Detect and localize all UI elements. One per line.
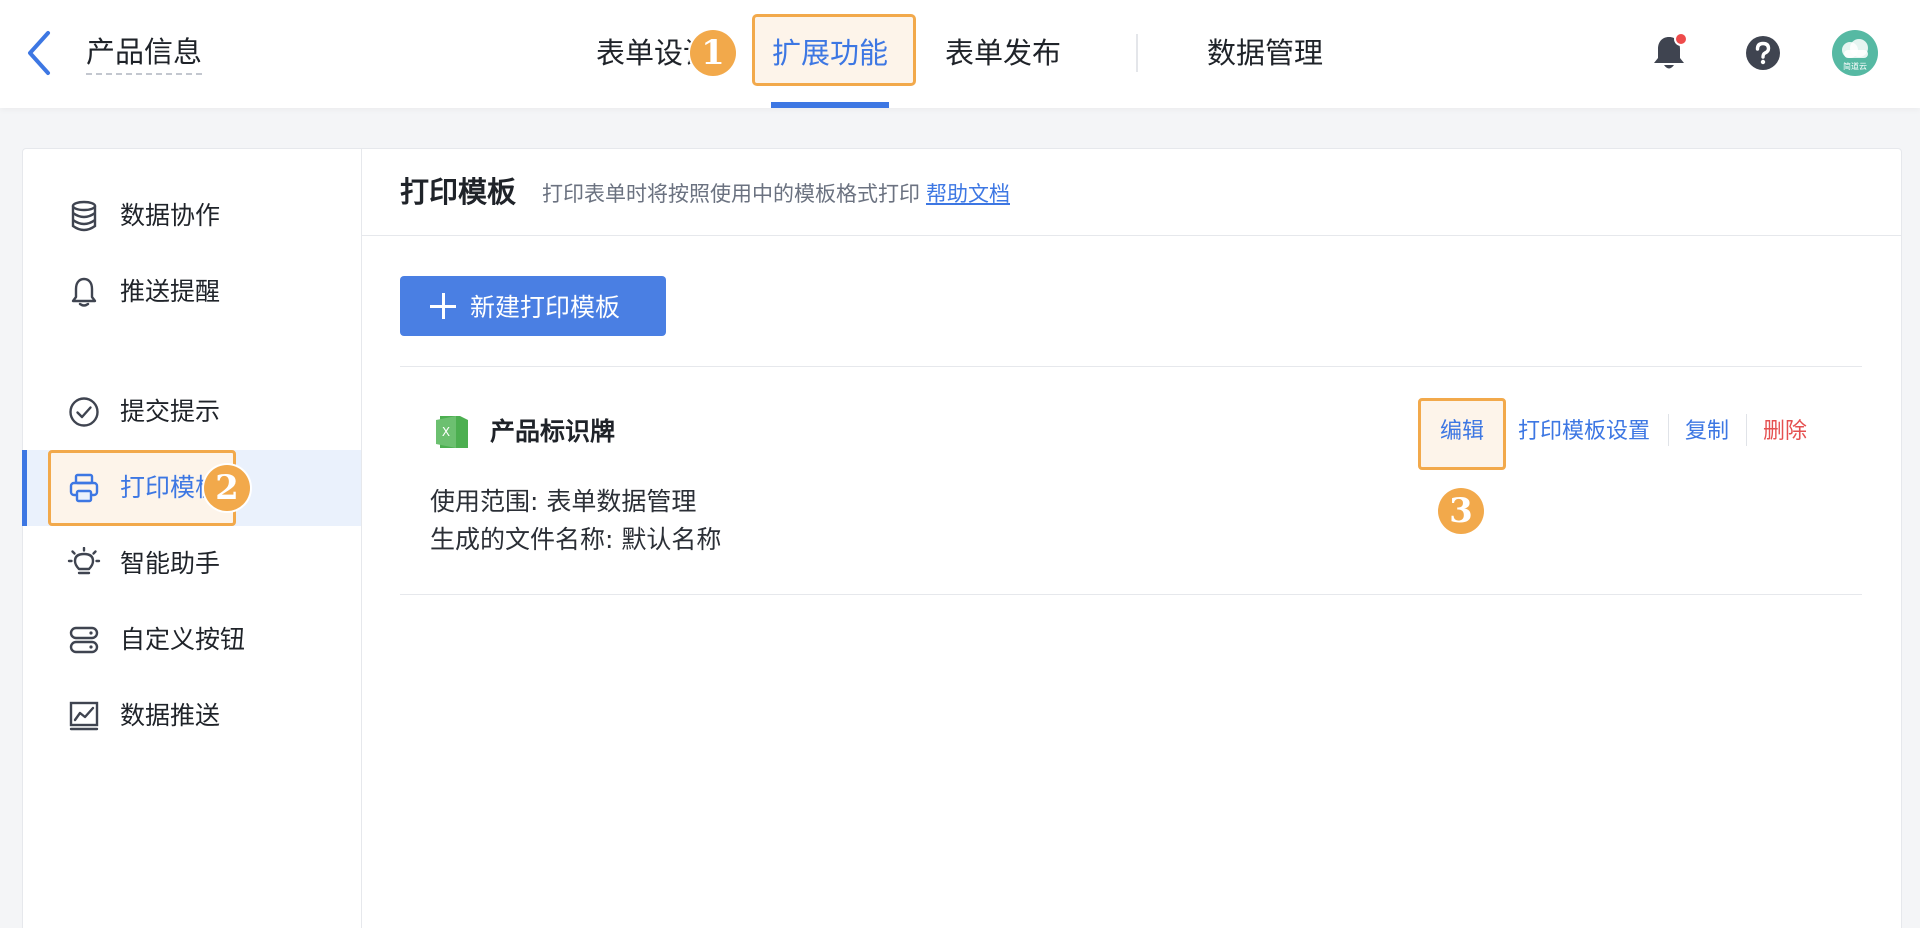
- template-filename: 生成的文件名称: 默认名称: [430, 525, 722, 554]
- action-separator: [1668, 414, 1669, 446]
- step-badge-1: 1: [690, 30, 736, 76]
- notification-button[interactable]: [1646, 30, 1692, 76]
- help-icon: [1746, 36, 1780, 70]
- printer-icon: [66, 470, 102, 506]
- user-avatar[interactable]: 简道云: [1832, 30, 1878, 76]
- copy-button[interactable]: 复制: [1685, 414, 1729, 450]
- plus-icon: [430, 293, 456, 319]
- content-header: 打印模板 打印表单时将按照使用中的模板格式打印 帮助文档: [362, 148, 1902, 236]
- sidebar-item-label: 数据推送: [120, 701, 221, 730]
- sidebar-item-data-collaboration[interactable]: 数据协作: [22, 178, 361, 254]
- sidebar-item-push-reminder[interactable]: 推送提醒: [22, 254, 361, 330]
- nav-divider: [1136, 34, 1138, 72]
- help-doc-link[interactable]: 帮助文档: [926, 182, 1010, 206]
- page-description: 打印表单时将按照使用中的模板格式打印 帮助文档: [542, 180, 1010, 208]
- bell-outline-icon: [66, 274, 102, 310]
- template-scope: 使用范围: 表单数据管理: [430, 487, 697, 516]
- description-text: 打印表单时将按照使用中的模板格式打印: [542, 182, 920, 206]
- print-template-settings-button[interactable]: 打印模板设置: [1518, 414, 1650, 450]
- delete-button[interactable]: 删除: [1763, 414, 1807, 450]
- buttons-icon: [66, 622, 102, 658]
- back-button[interactable]: [22, 28, 56, 78]
- excel-letter: X: [442, 425, 450, 439]
- step-badge-2: 2: [204, 465, 250, 511]
- sidebar-item-smart-assistant[interactable]: 智能助手: [22, 526, 361, 602]
- step-badge-3: 3: [1438, 488, 1484, 534]
- notification-dot: [1674, 32, 1688, 46]
- sidebar-item-label: 自定义按钮: [120, 625, 246, 654]
- list-bottom-divider: [400, 594, 1862, 595]
- avatar-text: 简道云: [1843, 62, 1867, 71]
- sidebar: 数据协作 推送提醒 提交提示 打印模板 2 智能助手 自定义按钮 数据推送: [22, 148, 362, 928]
- database-icon: [66, 198, 102, 234]
- tab-form-publish[interactable]: 表单发布: [945, 30, 1061, 76]
- chart-line-icon: [66, 698, 102, 734]
- check-circle-icon: [66, 394, 102, 430]
- app-title[interactable]: 产品信息: [86, 32, 203, 75]
- sidebar-item-submit-tips[interactable]: 提交提示: [22, 374, 361, 450]
- sidebar-item-label: 提交提示: [120, 397, 221, 426]
- excel-file-icon: X: [436, 416, 468, 448]
- sidebar-item-label: 智能助手: [120, 549, 221, 578]
- page-title: 打印模板: [400, 175, 517, 209]
- help-button[interactable]: [1740, 30, 1786, 76]
- sidebar-item-label: 推送提醒: [120, 277, 221, 306]
- list-top-divider: [400, 366, 1862, 367]
- sidebar-item-data-push[interactable]: 数据推送: [22, 678, 361, 754]
- new-button-label: 新建打印模板: [470, 293, 621, 322]
- lightbulb-icon: [66, 546, 102, 582]
- active-tab-indicator: [771, 102, 889, 108]
- action-separator: [1746, 414, 1747, 446]
- sidebar-item-custom-button[interactable]: 自定义按钮: [22, 602, 361, 678]
- edit-button[interactable]: 编辑: [1440, 414, 1484, 450]
- sidebar-item-print-template-content[interactable]: 打印模板: [22, 450, 361, 526]
- chevron-left-icon: [28, 31, 50, 75]
- tab-data-management[interactable]: 数据管理: [1207, 30, 1323, 76]
- tab-extensions[interactable]: 扩展功能: [772, 30, 888, 76]
- sidebar-item-label: 数据协作: [120, 201, 221, 230]
- template-name: 产品标识牌: [490, 417, 616, 446]
- new-print-template-button[interactable]: 新建打印模板: [400, 276, 666, 336]
- top-header: 产品信息 表单设计 扩展功能 表单发布 数据管理 1 简道云: [0, 0, 1920, 108]
